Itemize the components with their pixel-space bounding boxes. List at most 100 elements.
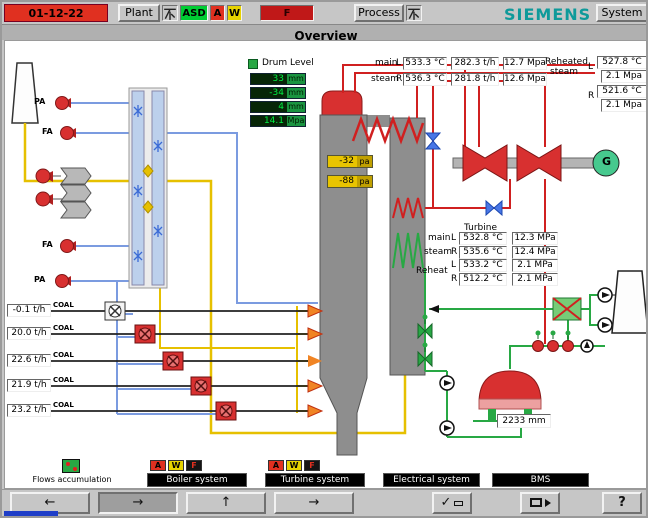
reheated-temp-r: 521.6 °C bbox=[597, 85, 647, 98]
lp-turbine[interactable] bbox=[517, 145, 561, 181]
coal-label-2: COAL bbox=[53, 324, 74, 332]
feedwater-pump-3[interactable] bbox=[563, 331, 574, 352]
air-preheater bbox=[129, 88, 167, 288]
siemens-logo: SIEMENS bbox=[504, 5, 591, 24]
turbine-reheat-temp-l: 533.2 °C bbox=[459, 259, 507, 272]
reheat-valve[interactable] bbox=[486, 201, 502, 215]
bypass-valve[interactable] bbox=[426, 133, 440, 149]
main-steam-temp-r: 536.3 °C bbox=[403, 73, 447, 86]
boiler-alarm-a[interactable]: A bbox=[150, 460, 166, 471]
condensate-pump-2[interactable] bbox=[440, 421, 454, 435]
screen-copy-button[interactable] bbox=[520, 492, 560, 514]
help-button[interactable]: ? bbox=[602, 492, 642, 514]
turbine-steam-label: steam bbox=[424, 247, 452, 257]
reheated-side-l: L bbox=[588, 62, 593, 72]
alarm-a-indicator[interactable]: A bbox=[210, 5, 225, 21]
condensate-pump-1[interactable] bbox=[440, 376, 454, 390]
turbine-reheat-side-l: L bbox=[451, 260, 456, 270]
turbine-alarm-a[interactable]: A bbox=[268, 460, 284, 471]
boiler-alarm-w[interactable]: W bbox=[168, 460, 184, 471]
ack-key-icon bbox=[454, 501, 463, 506]
drum-pressure-value: 14.1Mpa bbox=[250, 115, 306, 127]
flows-accumulation-label: Flows accumulation bbox=[13, 475, 131, 484]
pa-fan-2-label: PA bbox=[34, 275, 45, 284]
process-alarm-flag-icon bbox=[406, 5, 422, 21]
drum-level-value-1: 33mm bbox=[250, 73, 306, 85]
drum-level-value-3: 4mm bbox=[250, 101, 306, 113]
pa-fan-2[interactable] bbox=[56, 275, 72, 288]
turbine-main-temp-r: 535.6 °C bbox=[459, 246, 507, 259]
coal-mill-3[interactable] bbox=[163, 352, 183, 370]
main-steam-label-2: steam bbox=[371, 74, 399, 84]
boiler-alarm-f[interactable]: F bbox=[186, 460, 202, 471]
flows-accumulation-icon[interactable] bbox=[62, 459, 80, 473]
turbine-reheat-label: Reheat bbox=[416, 266, 448, 276]
fa-fan-1[interactable] bbox=[61, 127, 77, 140]
coal-mill-2[interactable] bbox=[135, 325, 155, 343]
turbine-main-press-l: 12.3 MPa bbox=[512, 232, 558, 245]
turbine-system-button[interactable]: Turbine system bbox=[265, 473, 365, 487]
coal-label-4: COAL bbox=[53, 376, 74, 384]
system-button[interactable]: System bbox=[596, 4, 648, 22]
screen-copy-arrow-icon bbox=[545, 499, 551, 507]
reheated-press-r: 2.1 Mpa bbox=[601, 99, 647, 112]
cooling-tower bbox=[612, 271, 648, 333]
coal-mill-4[interactable] bbox=[191, 377, 211, 395]
chimney bbox=[12, 63, 38, 123]
hmi-window: 01-12-22 17:26:25 Plant ASD A W F Proces… bbox=[0, 0, 648, 518]
feedwater-pump-2[interactable] bbox=[548, 331, 559, 352]
turbine-alarm-f[interactable]: F bbox=[304, 460, 320, 471]
main-steam-press-l: 12.7 Mpa bbox=[503, 57, 547, 70]
fa-fan-1-label: FA bbox=[42, 127, 53, 136]
bms-button[interactable]: BMS bbox=[492, 473, 589, 487]
turbine-main-side-l: L bbox=[451, 233, 456, 243]
coal-label-1: COAL bbox=[53, 301, 74, 309]
asd-indicator[interactable]: ASD bbox=[180, 5, 208, 21]
alarm-w-indicator[interactable]: W bbox=[227, 5, 242, 21]
turbine-main-temp-l: 532.8 °C bbox=[459, 232, 507, 245]
flows-dot-2 bbox=[73, 467, 77, 471]
coal-flow-1: -0.1 t/h bbox=[7, 304, 51, 317]
process-button[interactable]: Process bbox=[354, 4, 404, 22]
acknowledge-button[interactable]: ✓ bbox=[432, 492, 472, 514]
boiler-system-button[interactable]: Boiler system bbox=[147, 473, 247, 487]
electrical-system-button[interactable]: Electrical system bbox=[383, 473, 480, 487]
nav-up-button[interactable]: ↑ bbox=[186, 492, 266, 514]
main-steam-side-r: R bbox=[396, 74, 402, 84]
top-bar: 01-12-22 17:26:25 Plant ASD A W F Proces… bbox=[2, 2, 648, 24]
turbine-alarm-w[interactable]: W bbox=[286, 460, 302, 471]
alarm-f-indicator[interactable]: F bbox=[260, 5, 314, 21]
feedwater-heater[interactable] bbox=[553, 298, 581, 320]
coal-mill-1[interactable] bbox=[105, 302, 125, 320]
main-steam-flow-l: 282.3 t/h bbox=[451, 57, 499, 70]
main-steam-press-r: 12.6 Mpa bbox=[503, 73, 547, 86]
taskbar-fragment bbox=[4, 511, 58, 518]
coal-bunkers bbox=[61, 168, 91, 218]
furnace-pressure-1: -32pa bbox=[327, 155, 373, 168]
condenser-level: 2233 mm bbox=[497, 414, 551, 428]
screen-icon bbox=[530, 498, 542, 507]
pa-fan-1-label: PA bbox=[34, 97, 45, 106]
hp-turbine[interactable] bbox=[463, 145, 507, 181]
burner-4 bbox=[308, 380, 322, 392]
aux-pump[interactable] bbox=[581, 340, 593, 352]
plant-mimic: Drum Level 33mm -34mm 4mm 14.1Mpa -32pa … bbox=[4, 40, 648, 489]
fa-fan-2[interactable] bbox=[61, 240, 77, 253]
nav-next-button[interactable]: → bbox=[274, 492, 354, 514]
turbine-main-side-r: R bbox=[451, 247, 457, 257]
turbine-reheat-temp-r: 512.2 °C bbox=[459, 273, 507, 286]
turbine-reheat-side-r: R bbox=[451, 274, 457, 284]
coal-flow-2: 20.0 t/h bbox=[7, 327, 51, 340]
condensate-pipes bbox=[425, 268, 605, 437]
feedwater-pump-1[interactable] bbox=[533, 331, 544, 352]
coal-mill-5[interactable] bbox=[216, 402, 236, 420]
furnace-pressure-2: -88pa bbox=[327, 175, 373, 188]
ack-check-label: ✓ bbox=[441, 495, 452, 510]
nav-forward-button[interactable]: → bbox=[98, 492, 178, 514]
coal-flow-4: 21.9 t/h bbox=[7, 379, 51, 392]
steam-drum[interactable] bbox=[322, 91, 362, 118]
pa-fan-1[interactable] bbox=[56, 97, 72, 110]
fa-fan-2-label: FA bbox=[42, 240, 53, 249]
main-steam-side-l: L bbox=[396, 58, 401, 68]
plant-button[interactable]: Plant bbox=[118, 4, 160, 22]
